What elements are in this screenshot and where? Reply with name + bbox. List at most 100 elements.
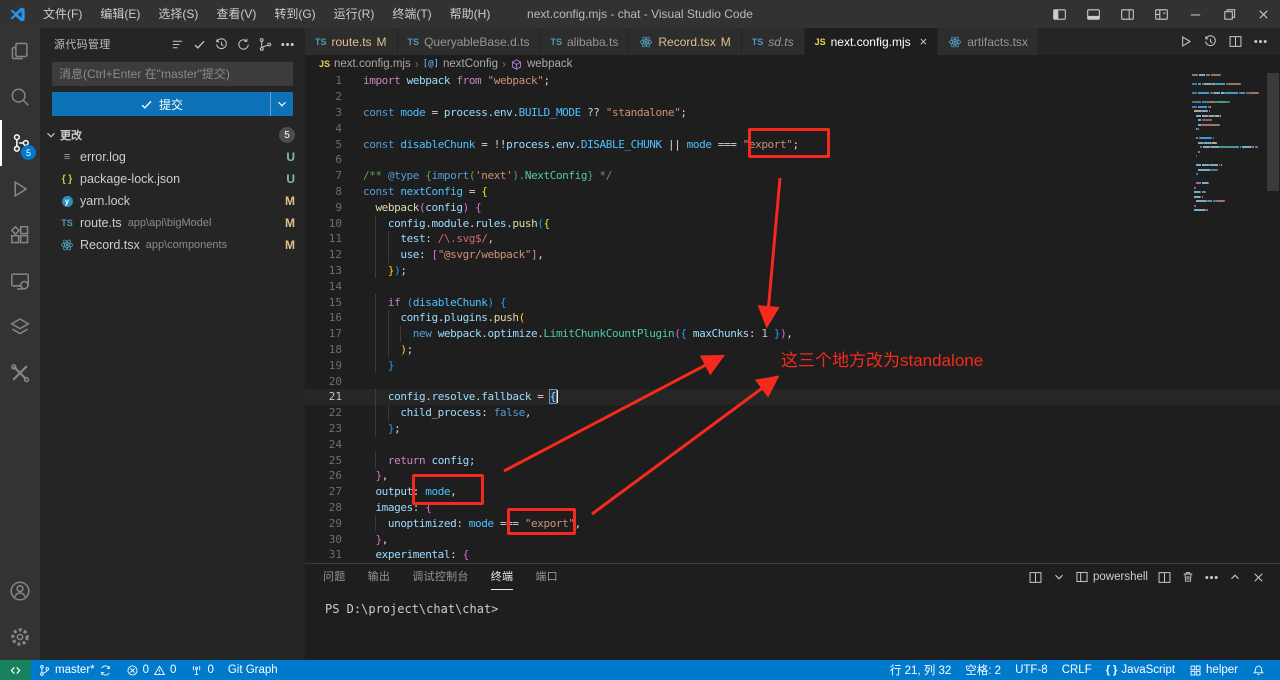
minimize-button[interactable] [1178,0,1212,28]
timeline-icon[interactable] [1203,34,1218,49]
line-number[interactable]: 31 [305,548,363,561]
line-number[interactable]: 26 [305,469,363,482]
code-line-24[interactable]: 24 [305,436,1280,452]
terminal-instance-powershell[interactable]: powershell [1075,570,1148,584]
file-row-error.log[interactable]: ≡error.logU [40,146,305,168]
line-number[interactable]: 17 [305,327,363,340]
panel-tab-问题[interactable]: 问题 [323,564,346,590]
code-line-7[interactable]: 7/** @type {import('next').NextConfig} *… [305,168,1280,184]
line-number[interactable]: 3 [305,106,363,119]
breadcrumb[interactable]: JSnext.config.mjs›[@]nextConfig›webpack [305,55,1280,73]
tab-alibaba.ts[interactable]: TSalibaba.ts [540,28,629,55]
code-line-18[interactable]: 18 ); [305,342,1280,358]
status-encoding[interactable]: UTF-8 [1008,660,1055,680]
activity-explorer[interactable] [0,28,40,74]
split-editor-icon[interactable] [1028,570,1043,585]
tab-QueryableBase.d.ts[interactable]: TSQueryableBase.d.ts [398,28,541,55]
line-number[interactable]: 19 [305,359,363,372]
menu-item-1[interactable]: 编辑(E) [91,0,149,28]
activity-settings-gear[interactable] [0,614,40,660]
activity-remote-explorer[interactable] [0,258,40,304]
activity-source-control[interactable]: 5 [0,120,40,166]
commit-message-input[interactable] [52,62,293,86]
status-ports[interactable]: 0 [183,660,220,680]
status-language-mode[interactable]: { }JavaScript [1099,660,1182,680]
code-line-13[interactable]: 13 }); [305,263,1280,279]
line-number[interactable]: 30 [305,533,363,546]
line-number[interactable]: 22 [305,406,363,419]
code-line-11[interactable]: 11 test: /\.svg$/, [305,231,1280,247]
status-cursor-position[interactable]: 行 21, 列 32 [883,660,958,680]
trash-icon[interactable] [1181,570,1195,584]
commit-dropdown-button[interactable] [271,92,293,116]
code-line-5[interactable]: 5const disableChunk = !!process.env.DISA… [305,136,1280,152]
code-line-10[interactable]: 10 config.module.rules.push({ [305,215,1280,231]
code-line-8[interactable]: 8const nextConfig = { [305,184,1280,200]
tab-close-icon[interactable]: × [920,34,928,49]
code-line-27[interactable]: 27 output: mode, [305,484,1280,500]
sidebar-action-list-filter[interactable] [167,34,187,54]
line-number[interactable]: 16 [305,311,363,324]
layout-sidebar-right-button[interactable] [1110,0,1144,28]
code-line-19[interactable]: 19 } [305,357,1280,373]
panel-tab-输出[interactable]: 输出 [368,564,391,590]
menu-item-0[interactable]: 文件(F) [34,0,91,28]
code-line-25[interactable]: 25 return config; [305,452,1280,468]
editor-scrollbar[interactable] [1266,73,1280,563]
line-number[interactable]: 2 [305,90,363,103]
line-number[interactable]: 12 [305,248,363,261]
chevron-down-icon[interactable] [1052,570,1066,584]
line-number[interactable]: 10 [305,217,363,230]
code-line-16[interactable]: 16 config.plugins.push( [305,310,1280,326]
more-icon[interactable] [1253,34,1268,49]
status-branch[interactable]: master* [31,660,119,680]
line-number[interactable]: 23 [305,422,363,435]
line-number[interactable]: 27 [305,485,363,498]
tab-Record.tsx[interactable]: Record.tsxM [629,28,741,55]
line-number[interactable]: 5 [305,138,363,151]
file-row-yarn.lock[interactable]: yyarn.lockM [40,190,305,212]
code-line-14[interactable]: 14 [305,278,1280,294]
close-icon[interactable] [1251,570,1266,585]
activity-layers[interactable] [0,304,40,350]
status-problems[interactable]: 00 [119,660,184,680]
status-remote[interactable] [0,660,31,680]
tab-artifacts.tsx[interactable]: artifacts.tsx [938,28,1039,55]
sidebar-action-refresh[interactable] [233,34,253,54]
activity-account[interactable] [0,568,40,614]
line-number[interactable]: 20 [305,375,363,388]
code-editor[interactable]: 1import webpack from "webpack";2 3const m… [305,73,1280,563]
line-number[interactable]: 18 [305,343,363,356]
split-editor-icon[interactable] [1228,34,1243,49]
split-editor-icon[interactable] [1157,570,1172,585]
tab-route.ts[interactable]: TSroute.tsM [305,28,398,55]
code-line-20[interactable]: 20 [305,373,1280,389]
code-line-3[interactable]: 3const mode = process.env.BUILD_MODE ?? … [305,105,1280,121]
activity-run-debug[interactable] [0,166,40,212]
line-number[interactable]: 29 [305,517,363,530]
code-line-26[interactable]: 26 }, [305,468,1280,484]
breadcrumb-item-webpack[interactable]: webpack [510,58,572,71]
tab-sd.ts[interactable]: TSsd.ts [742,28,805,55]
restore-button[interactable] [1212,0,1246,28]
panel-tab-端口[interactable]: 端口 [535,564,558,590]
breadcrumb-item-nextConfig[interactable]: [@]nextConfig [423,58,498,70]
code-line-1[interactable]: 1import webpack from "webpack"; [305,73,1280,89]
status-git-graph[interactable]: Git Graph [221,660,285,680]
line-number[interactable]: 21 [305,390,363,403]
terminal-content[interactable]: PS D:\project\chat\chat> [305,590,1280,660]
line-number[interactable]: 8 [305,185,363,198]
layout-customize-button[interactable] [1144,0,1178,28]
code-line-21[interactable]: 21 config.resolve.fallback = { [305,389,1280,405]
close-button[interactable] [1246,0,1280,28]
sidebar-action-check[interactable] [189,34,209,54]
commit-button[interactable]: 提交 [52,92,271,116]
activity-extensions[interactable] [0,212,40,258]
menu-item-7[interactable]: 帮助(H) [441,0,500,28]
line-number[interactable]: 25 [305,454,363,467]
panel-tab-调试控制台[interactable]: 调试控制台 [412,564,469,590]
line-number[interactable]: 28 [305,501,363,514]
file-row-package-lock.json[interactable]: { }package-lock.jsonU [40,168,305,190]
code-line-23[interactable]: 23 }; [305,421,1280,437]
layout-panel-button[interactable] [1076,0,1110,28]
